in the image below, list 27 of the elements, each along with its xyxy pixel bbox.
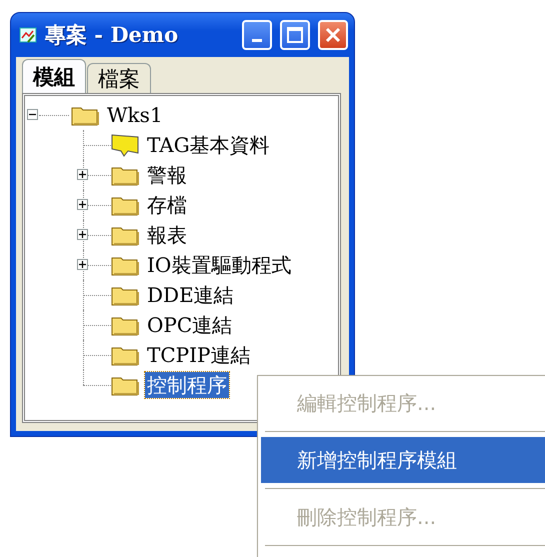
minimize-button[interactable] (242, 20, 272, 50)
tree-item[interactable]: IO裝置驅動程式 (145, 252, 294, 278)
tree-item[interactable]: 警報 (145, 162, 189, 188)
maximize-icon (287, 27, 303, 43)
expand-icon[interactable] (77, 259, 88, 270)
tree-item[interactable]: Wks1 (105, 102, 165, 128)
expand-icon[interactable] (77, 169, 88, 180)
expand-icon[interactable] (77, 229, 88, 240)
tab[interactable]: 檔案 (87, 63, 151, 93)
minimize-icon (252, 38, 262, 42)
tree-item[interactable]: 報表 (145, 222, 189, 248)
tree-item[interactable]: 控制程序 (145, 372, 229, 398)
expand-icon[interactable] (77, 199, 88, 210)
tab[interactable]: 模組 (22, 59, 86, 93)
close-icon (325, 27, 341, 43)
window-title: 專案 - Demo (45, 21, 180, 49)
tree-item[interactable]: 存檔 (145, 192, 189, 218)
tree-item[interactable]: TCPIP連結 (145, 342, 252, 368)
menu-item[interactable]: 新增控制程序模組 (261, 437, 545, 483)
close-button[interactable] (318, 20, 348, 50)
tag-icon (111, 133, 139, 157)
collapse-icon[interactable] (27, 109, 38, 120)
maximize-button[interactable] (280, 20, 310, 50)
tree-item[interactable]: TAG基本資料 (145, 132, 272, 158)
tree-item[interactable]: OPC連結 (145, 312, 234, 338)
app-icon (19, 26, 37, 44)
tree-item[interactable]: DDE連結 (145, 282, 236, 308)
